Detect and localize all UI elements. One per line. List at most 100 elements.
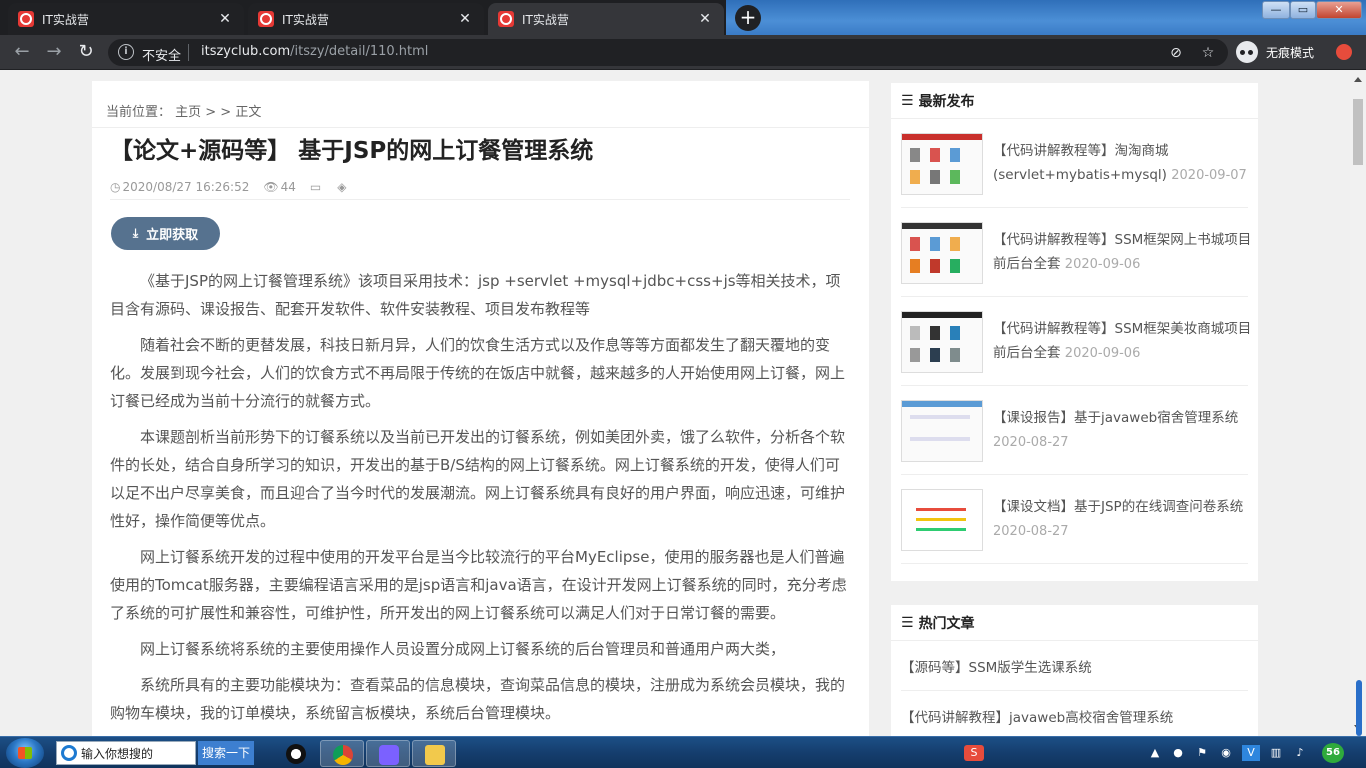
- folder-icon[interactable]: ▭: [310, 180, 321, 194]
- volume-icon[interactable]: ♪: [1292, 745, 1308, 761]
- tray-badge[interactable]: 56: [1322, 743, 1344, 763]
- taskbar-search-input[interactable]: 输入你想搜的: [56, 741, 196, 765]
- taskbar-app-qq[interactable]: [274, 740, 318, 767]
- sogou-ime-icon[interactable]: S: [964, 745, 984, 761]
- player-icon: [379, 745, 399, 765]
- taskbar-app-player[interactable]: [366, 740, 410, 767]
- qq-icon: [286, 744, 306, 764]
- eye-off-icon[interactable]: ⊘: [1168, 45, 1184, 61]
- minimize-button[interactable]: —: [1262, 1, 1290, 19]
- post-date: 2020-08-27: [993, 435, 1069, 450]
- clock-icon: ◷: [110, 180, 121, 194]
- qq-tray-icon[interactable]: ●: [1170, 745, 1186, 761]
- flag-icon[interactable]: ⚑: [1194, 745, 1210, 761]
- tab-strip: IT实战营 ✕ IT实战营 ✕ IT实战营 ✕ + — ▭ ✕: [0, 0, 1366, 35]
- url-path: /itszy/detail/110.html: [290, 44, 429, 59]
- post-date: 2020-09-06: [1064, 346, 1141, 361]
- tray-expand-icon[interactable]: ▲: [1148, 745, 1162, 761]
- download-label: 立即获取: [146, 228, 199, 243]
- network-icon[interactable]: ▥: [1268, 745, 1284, 761]
- page-viewport: 当前位置： 主页 > > 正文 【论文+源码等】 基于JSP的网上订餐管理系统 …: [0, 71, 1350, 736]
- vpn-icon[interactable]: V: [1242, 745, 1260, 761]
- url-text[interactable]: itszyclub.com/itszy/detail/110.html: [201, 44, 428, 59]
- publish-datetime: 2020/08/27 16:26:52: [122, 180, 250, 194]
- info-icon[interactable]: i: [118, 44, 134, 60]
- ie-icon: [61, 745, 77, 761]
- reload-icon[interactable]: ↻: [76, 42, 96, 62]
- post-thumbnail[interactable]: [901, 489, 983, 551]
- list-item[interactable]: 【课设文档】基于JSP的在线调查问卷系统 2020-08-27: [901, 475, 1248, 564]
- post-title[interactable]: 【课设报告】基于javaweb宿舍管理系统: [993, 410, 1238, 426]
- new-tab-button[interactable]: +: [735, 5, 761, 31]
- side-slider-handle[interactable]: [1356, 680, 1362, 736]
- list-item[interactable]: 【源码等】SSM版学生选课系统: [901, 641, 1248, 691]
- browser-tab-active[interactable]: IT实战营 ✕: [488, 3, 724, 35]
- address-bar[interactable]: i 不安全 itszyclub.com/itszy/detail/110.htm…: [108, 39, 1228, 66]
- list-item[interactable]: 【代码讲解教程等】SSM框架网上书城项目前后台全套 2020-09-06: [901, 208, 1251, 297]
- post-thumbnail[interactable]: [901, 222, 983, 284]
- browser-tab[interactable]: IT实战营 ✕: [8, 3, 244, 35]
- scroll-up-icon[interactable]: [1354, 77, 1362, 82]
- incognito-label: 无痕模式: [1266, 45, 1315, 60]
- post-thumbnail[interactable]: [901, 311, 983, 373]
- browser-tab[interactable]: IT实战营 ✕: [248, 3, 484, 35]
- divider: [92, 127, 869, 128]
- breadcrumb[interactable]: 当前位置： 主页 > > 正文: [106, 101, 261, 120]
- wechat-icon[interactable]: ◉: [1218, 745, 1234, 761]
- list-item[interactable]: 【代码讲解教程】javaweb高校宿舍管理系统: [901, 691, 1248, 736]
- tags-icon[interactable]: ◈: [337, 180, 346, 194]
- incognito-indicator[interactable]: 无痕模式: [1236, 40, 1314, 64]
- search-placeholder: 输入你想搜的: [81, 746, 154, 761]
- browser-toolbar: ← → ↻ i 不安全 itszyclub.com/itszy/detail/1…: [0, 35, 1366, 70]
- chrome-icon: [333, 745, 353, 765]
- vertical-scrollbar[interactable]: [1350, 71, 1366, 736]
- list-item[interactable]: 【代码讲解教程等】淘淘商城(servlet+mybatis+mysql) 202…: [901, 119, 1248, 208]
- extension-icon[interactable]: [1336, 44, 1352, 60]
- tab-title: IT实战营: [522, 12, 569, 27]
- post-date: 2020-09-06: [1064, 257, 1141, 272]
- post-title[interactable]: 【课设文档】基于JSP的在线调查问卷系统: [993, 499, 1243, 515]
- taskbar-app-explorer[interactable]: [412, 740, 456, 767]
- article-body: 《基于JSP的网上订餐管理系统》该项目采用技术：jsp +servlet +my…: [110, 267, 850, 735]
- close-tab-icon[interactable]: ✕: [456, 11, 474, 27]
- article-paragraph: 网上订餐系统将系统的主要使用操作人员设置分成网上订餐系统的后台管理员和普通用户两…: [140, 640, 786, 658]
- tab-title: IT实战营: [282, 12, 329, 27]
- hot-heading-label: 热门文章: [918, 615, 975, 632]
- back-arrow-icon[interactable]: ←: [12, 42, 32, 62]
- scrollbar-thumb[interactable]: [1353, 99, 1363, 165]
- incognito-icon: [1236, 41, 1258, 63]
- hot-heading: ☰ 热门文章: [891, 605, 1258, 641]
- post-date: 2020-08-27: [993, 524, 1069, 539]
- hot-post-title[interactable]: 【代码讲解教程】javaweb高校宿舍管理系统: [901, 706, 1173, 726]
- latest-heading: ☰ 最新发布: [891, 83, 1258, 119]
- post-title[interactable]: 【代码讲解教程等】淘淘商城(servlet+mybatis+mysql): [993, 143, 1169, 183]
- divider: [188, 44, 189, 61]
- forward-arrow-icon[interactable]: →: [44, 42, 64, 62]
- search-button[interactable]: 搜索一下: [198, 741, 254, 765]
- folder-icon: [425, 745, 445, 765]
- post-thumbnail[interactable]: [901, 400, 983, 462]
- divider: [110, 199, 850, 200]
- start-button[interactable]: [6, 738, 44, 768]
- view-count: 44: [280, 180, 296, 194]
- list-item[interactable]: 【课设报告】基于javaweb宿舍管理系统 2020-08-27: [901, 386, 1248, 475]
- list-icon: ☰: [901, 614, 914, 631]
- list-item[interactable]: 【代码讲解教程等】SSM框架美妆商城项目前后台全套 2020-09-06: [901, 297, 1251, 386]
- security-label[interactable]: 不安全: [142, 45, 181, 64]
- eye-icon: 👁: [263, 180, 279, 194]
- star-icon[interactable]: ☆: [1200, 45, 1216, 61]
- taskbar-app-chrome[interactable]: [320, 740, 364, 767]
- post-date: 2020-09-07: [1171, 168, 1247, 183]
- download-button[interactable]: ⤓ 立即获取: [111, 217, 220, 250]
- post-thumbnail[interactable]: [901, 133, 983, 195]
- site-favicon-icon: [498, 11, 514, 27]
- site-favicon-icon: [18, 11, 34, 27]
- taskbar: 输入你想搜的 搜索一下 S ▲ ● ⚑ ◉ V ▥ ♪ 56: [0, 736, 1366, 768]
- maximize-button[interactable]: ▭: [1290, 1, 1316, 19]
- article-panel: 当前位置： 主页 > > 正文 【论文+源码等】 基于JSP的网上订餐管理系统 …: [92, 81, 869, 736]
- close-tab-icon[interactable]: ✕: [696, 11, 714, 27]
- download-icon: ⤓: [132, 226, 139, 240]
- hot-post-title[interactable]: 【源码等】SSM版学生选课系统: [901, 656, 1092, 676]
- close-tab-icon[interactable]: ✕: [216, 11, 234, 27]
- window-close-button[interactable]: ✕: [1316, 1, 1362, 19]
